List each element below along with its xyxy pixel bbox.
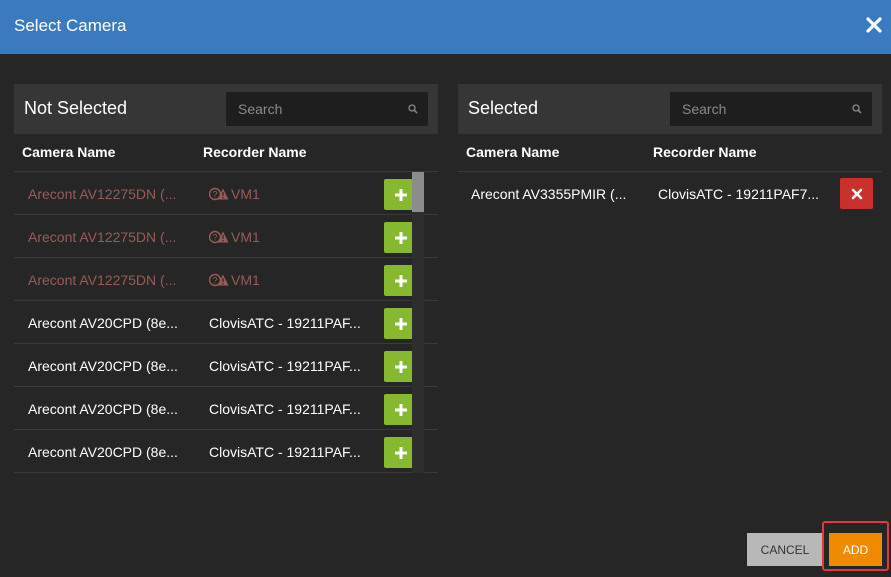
camera-name: Arecont AV20CPD (8e... bbox=[28, 401, 178, 417]
plus-icon bbox=[394, 360, 407, 373]
dialog-title: Select Camera bbox=[14, 16, 127, 35]
remove-camera-button[interactable] bbox=[840, 178, 873, 209]
plus-icon bbox=[394, 274, 407, 287]
table-row: Arecont AV12275DN (... ? VM1 bbox=[14, 172, 438, 215]
svg-text:?: ? bbox=[212, 276, 217, 286]
recorder-offline-warning-icon: ? bbox=[209, 187, 229, 201]
plus-icon bbox=[394, 403, 407, 416]
table-row: Arecont AV20CPD (8e... ClovisATC - 19211… bbox=[14, 301, 438, 344]
not-selected-search bbox=[226, 92, 428, 126]
svg-text:?: ? bbox=[212, 233, 217, 243]
recorder-offline-warning-icon: ? bbox=[209, 230, 229, 244]
cancel-button[interactable]: CANCEL bbox=[747, 533, 823, 566]
recorder-offline-warning-icon: ? bbox=[209, 273, 229, 287]
recorder-name: ClovisATC - 19211PAF... bbox=[209, 444, 361, 460]
camera-name: Arecont AV12275DN (... bbox=[28, 229, 177, 245]
plus-icon bbox=[394, 446, 407, 459]
search-icon bbox=[852, 104, 862, 114]
table-row: Arecont AV12275DN (... ? VM1 bbox=[14, 258, 438, 301]
recorder-name: VM1 bbox=[231, 272, 260, 288]
selected-header: Selected bbox=[458, 84, 882, 134]
selected-search-input[interactable] bbox=[670, 92, 872, 126]
camera-name: Arecont AV3355PMIR (... bbox=[471, 186, 627, 202]
selected-search bbox=[670, 92, 872, 126]
table-row: Arecont AV20CPD (8e... ClovisATC - 19211… bbox=[14, 344, 438, 387]
plus-icon bbox=[394, 188, 407, 201]
not-selected-header: Not Selected bbox=[14, 84, 438, 134]
table-row: Arecont AV20CPD (8e... ClovisATC - 19211… bbox=[14, 430, 438, 473]
table-row: Arecont AV20CPD (8e... ClovisATC - 19211… bbox=[14, 387, 438, 430]
table-row: Arecont AV12275DN (... ? VM1 bbox=[14, 215, 438, 258]
column-header-recorder-name[interactable]: Recorder Name bbox=[203, 144, 307, 160]
recorder-name: VM1 bbox=[231, 229, 260, 245]
camera-name: Arecont AV20CPD (8e... bbox=[28, 444, 178, 460]
recorder-name-cell: ? VM1 bbox=[209, 272, 260, 288]
selected-column-headers: Camera Name Recorder Name bbox=[458, 134, 882, 172]
selected-panel: Selected Camera Name Recorder Name Areco… bbox=[458, 84, 882, 215]
column-header-camera-name[interactable]: Camera Name bbox=[466, 144, 559, 160]
add-button[interactable]: ADD bbox=[829, 533, 882, 566]
not-selected-title: Not Selected bbox=[24, 98, 128, 118]
not-selected-search-input[interactable] bbox=[226, 92, 428, 126]
table-row: Arecont AV3355PMIR (... ClovisATC - 1921… bbox=[458, 172, 882, 215]
recorder-name-cell: ? VM1 bbox=[209, 186, 260, 202]
not-selected-panel: Not Selected Camera Name Recorder Name A… bbox=[14, 84, 438, 473]
dialog-header: Select Camera bbox=[0, 0, 891, 54]
recorder-name: ClovisATC - 19211PAF... bbox=[209, 315, 361, 331]
not-selected-scrollbar[interactable] bbox=[412, 172, 424, 473]
selected-list: Arecont AV3355PMIR (... ClovisATC - 1921… bbox=[458, 172, 882, 215]
svg-text:?: ? bbox=[212, 190, 217, 200]
recorder-name-cell: ? VM1 bbox=[209, 229, 260, 245]
camera-name: Arecont AV12275DN (... bbox=[28, 186, 177, 202]
column-header-recorder-name[interactable]: Recorder Name bbox=[653, 144, 757, 160]
close-icon bbox=[851, 188, 862, 199]
camera-name: Arecont AV20CPD (8e... bbox=[28, 315, 178, 331]
recorder-name: VM1 bbox=[231, 186, 260, 202]
close-icon[interactable] bbox=[865, 15, 883, 35]
plus-icon bbox=[394, 317, 407, 330]
scrollbar-thumb[interactable] bbox=[412, 172, 424, 212]
recorder-name: ClovisATC - 19211PAF... bbox=[209, 358, 361, 374]
not-selected-column-headers: Camera Name Recorder Name bbox=[14, 134, 438, 172]
column-header-camera-name[interactable]: Camera Name bbox=[22, 144, 115, 160]
selected-title: Selected bbox=[468, 98, 539, 118]
recorder-name: ClovisATC - 19211PAF... bbox=[209, 401, 361, 417]
camera-name: Arecont AV12275DN (... bbox=[28, 272, 177, 288]
plus-icon bbox=[394, 231, 407, 244]
search-icon bbox=[408, 104, 418, 114]
camera-name: Arecont AV20CPD (8e... bbox=[28, 358, 178, 374]
not-selected-list: Arecont AV12275DN (... ? VM1 Arecont AV1… bbox=[14, 172, 438, 473]
recorder-name: ClovisATC - 19211PAF7... bbox=[658, 186, 820, 202]
